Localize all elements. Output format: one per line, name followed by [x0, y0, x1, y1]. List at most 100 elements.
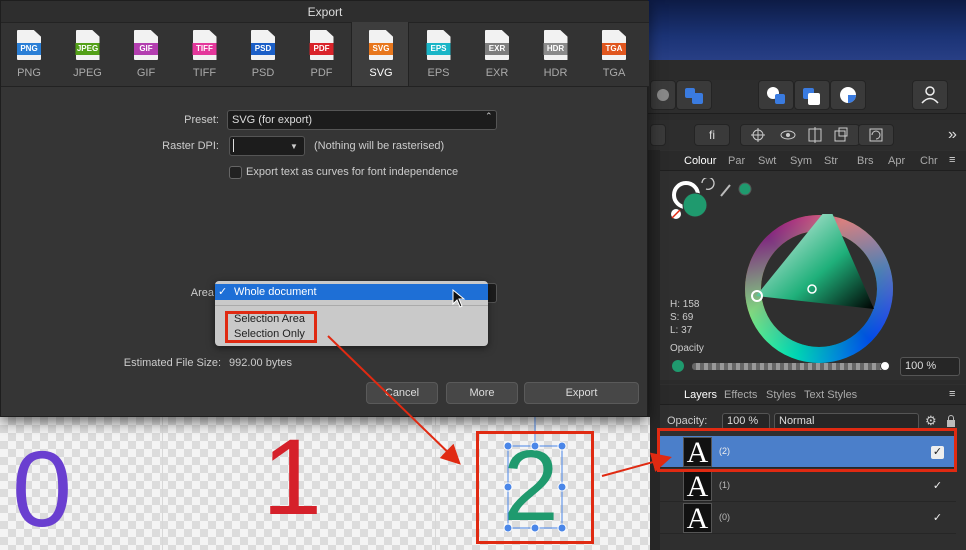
export-button[interactable]: Export [524, 382, 639, 404]
layer-row-1[interactable]: A (1) ✓ [659, 470, 956, 502]
colour-wheel[interactable] [744, 214, 894, 364]
hsl-s-value: S: 69 [670, 312, 694, 323]
dpi-chevron-down-icon[interactable]: ▼ [290, 142, 298, 151]
lock-icon[interactable] [946, 414, 956, 428]
tab-format-eps[interactable]: EPS EPS [410, 22, 468, 86]
file-type-badge: HDR [543, 43, 568, 55]
tab-format-tiff[interactable]: TIFF TIFF [176, 22, 234, 86]
tab-label: TIFF [192, 67, 217, 79]
tab-swt[interactable]: Swt [758, 155, 776, 167]
check-icon: ✓ [218, 286, 228, 298]
file-tga-icon: TGA [602, 30, 626, 60]
opacity-swatch [672, 360, 684, 372]
tab-format-jpeg[interactable]: JPEG JPEG [59, 22, 117, 86]
annotation-box-layer-row [657, 428, 957, 472]
file-svg-icon: SVG [369, 30, 393, 60]
annotation-box-menu-items [225, 311, 317, 343]
settings-gear-icon[interactable]: ⚙ [925, 413, 937, 429]
toolbar-more-icon[interactable]: » [948, 126, 957, 144]
opacity-value-field[interactable]: 100 % [900, 357, 960, 376]
preset-select[interactable]: SVG (for export) [227, 110, 497, 130]
toolbar-boolean-icon[interactable] [676, 80, 712, 110]
digit-one[interactable]: 1 [262, 423, 322, 531]
tab-label: PNG [17, 67, 41, 79]
panel-menu-icon[interactable]: ≡ [949, 154, 955, 166]
file-type-badge: TIFF [192, 43, 217, 55]
tab-sym[interactable]: Sym [790, 155, 812, 167]
layers-menu-icon[interactable]: ≡ [949, 388, 955, 400]
tab-label: SVG [369, 67, 393, 79]
tab-colour[interactable]: Colour [684, 155, 716, 167]
digit-zero[interactable]: 0 [12, 435, 72, 543]
subtract-shape-icon[interactable] [794, 80, 830, 110]
tab-label: EXR [485, 67, 509, 79]
file-type-badge: SVG [369, 43, 393, 55]
tab-format-psd[interactable]: PSD PSD [234, 22, 292, 86]
text-layer-icon: A [683, 503, 712, 534]
file-type-badge: PNG [17, 43, 41, 55]
tab-format-tga[interactable]: TGA TGA [585, 22, 643, 86]
layer-name: (1) [719, 480, 730, 490]
opacity-slider-knob[interactable] [880, 361, 890, 371]
layer-row-0[interactable]: A (0) ✓ [659, 502, 956, 534]
tab-effects[interactable]: Effects [724, 389, 757, 401]
tab-format-exr[interactable]: EXR EXR [468, 22, 526, 86]
cancel-button[interactable]: Cancel [366, 382, 438, 404]
tab-label: PDF [310, 67, 333, 79]
area-label: Area [190, 287, 214, 299]
format-tabs: PNG PNG JPEG JPEG GIF GIF TIFF TIFF PSD PSD PDF PDF… [0, 22, 648, 86]
tab-layers[interactable]: Layers [684, 389, 717, 401]
window-background [648, 0, 966, 60]
tab-label: PSD [251, 67, 275, 79]
annotation-box-selected-digit [476, 431, 594, 544]
file-tiff-icon: TIFF [192, 30, 217, 60]
mouse-pointer-icon [452, 289, 466, 308]
add-shape-icon[interactable] [758, 80, 794, 110]
estimated-size-label: Estimated File Size: [123, 357, 221, 369]
tab-format-hdr[interactable]: HDR HDR [527, 22, 585, 86]
menu-item-whole-document[interactable]: ✓ Whole document [215, 284, 488, 300]
file-psd-icon: PSD [251, 30, 275, 60]
tab-label: EPS [427, 67, 450, 79]
tab-par[interactable]: Par [728, 155, 745, 167]
tab-format-png[interactable]: PNG PNG [0, 22, 58, 86]
tab-text-styles[interactable]: Text Styles [804, 389, 857, 401]
export-text-checkbox[interactable] [229, 166, 242, 179]
intersect-shape-icon[interactable] [830, 80, 866, 110]
toolbar-button-partial[interactable] [650, 80, 676, 110]
tab-apr[interactable]: Apr [888, 155, 905, 167]
layer-visibility-checkbox[interactable]: ✓ [931, 512, 944, 525]
opacity-label: Opacity [670, 343, 704, 354]
layer-opacity-label: Opacity: [667, 415, 708, 427]
dropdown-partial[interactable] [650, 124, 666, 146]
file-png-icon: PNG [17, 30, 41, 60]
tab-format-pdf[interactable]: PDF PDF [293, 22, 351, 86]
file-type-badge: PDF [309, 43, 334, 55]
tab-brs[interactable]: Brs [857, 155, 874, 167]
tab-styles[interactable]: Styles [766, 389, 796, 401]
file-hdr-icon: HDR [543, 30, 568, 60]
file-type-badge: JPEG [75, 43, 100, 55]
raster-note: (Nothing will be rasterised) [314, 140, 445, 152]
font-button[interactable]: fi [694, 124, 730, 146]
transform-icon[interactable] [858, 124, 894, 146]
opacity-slider[interactable] [692, 363, 888, 370]
canvas-guide [162, 417, 163, 550]
more-button[interactable]: More [446, 382, 518, 404]
eyedropper-icon[interactable] [718, 180, 754, 200]
snapping-icon[interactable] [740, 124, 860, 146]
preset-label: Preset: [184, 114, 219, 126]
file-type-badge: EXR [485, 43, 509, 55]
tab-format-svg[interactable]: SVG SVG [351, 22, 409, 86]
text-cursor [233, 139, 234, 152]
tab-format-gif[interactable]: GIF GIF [117, 22, 175, 86]
file-eps-icon: EPS [426, 30, 451, 60]
menu-item-label: Whole document [234, 286, 317, 298]
file-exr-icon: EXR [485, 30, 509, 60]
hsl-l-value: L: 37 [670, 325, 693, 336]
tab-str[interactable]: Str [824, 155, 838, 167]
tab-chr[interactable]: Chr [920, 155, 938, 167]
layer-visibility-checkbox[interactable]: ✓ [931, 480, 944, 493]
estimated-size-value: 992.00 bytes [229, 357, 292, 369]
persona-user-icon[interactable] [912, 80, 948, 110]
